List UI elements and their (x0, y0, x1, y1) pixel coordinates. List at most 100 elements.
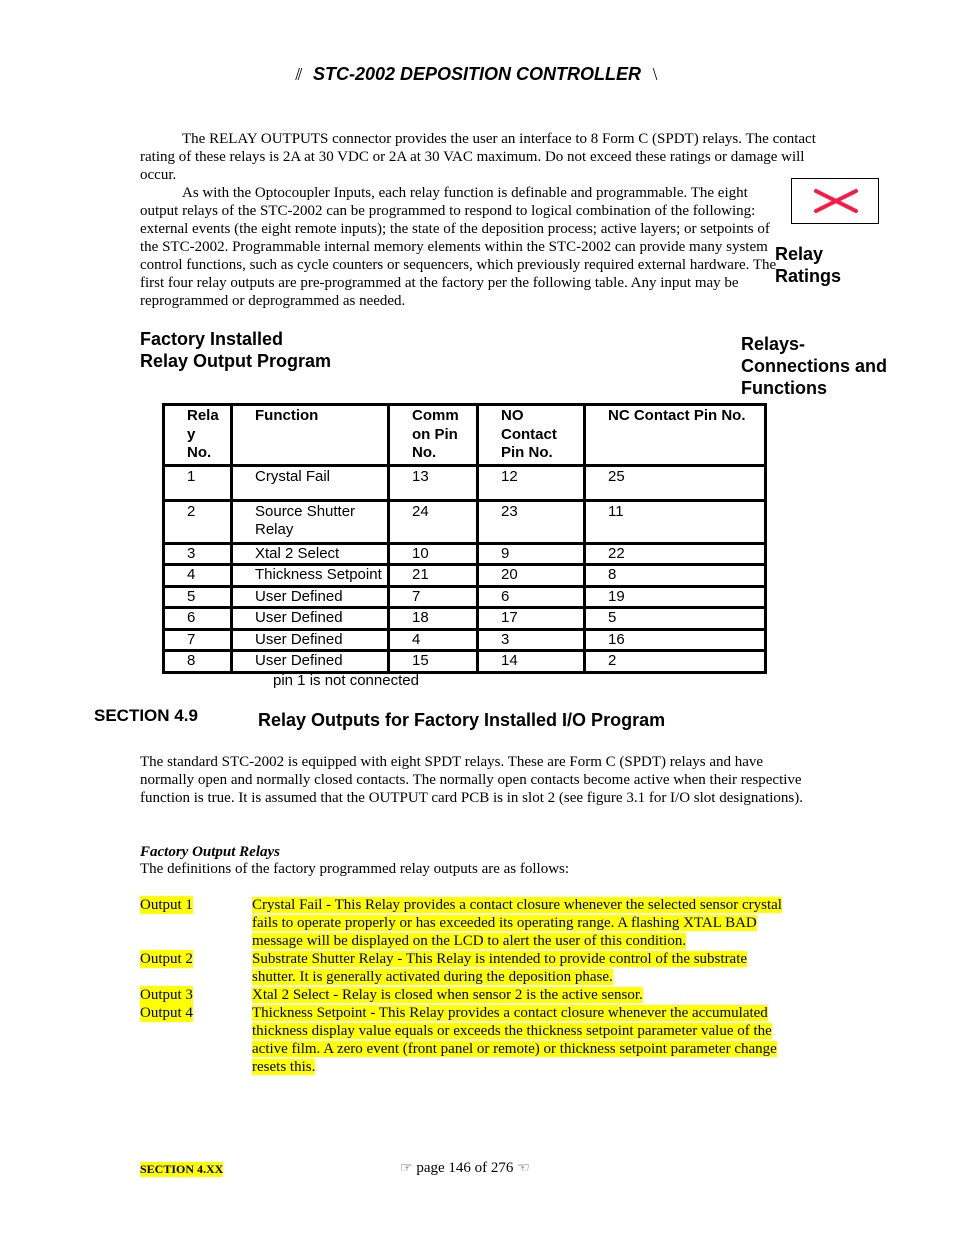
description-line: Crystal Fail - This Relay provides a con… (252, 897, 782, 913)
broken-image-placeholder (791, 178, 879, 224)
cell-common-pin: 4 (387, 627, 479, 652)
cell-relay-no: 3 (162, 541, 233, 566)
page-header: ⫽ STC-2002 DEPOSITION CONTROLLER ⧵ (0, 64, 954, 85)
cell-nc-contact-pin: 16 (583, 627, 767, 652)
cell-no-contact-pin: 6 (476, 584, 586, 609)
cell-function: User Defined (230, 627, 390, 652)
section-title: Relay Outputs for Factory Installed I/O … (258, 710, 666, 730)
cell-relay-no: 4 (162, 563, 233, 588)
cell-common-pin: 21 (387, 563, 479, 588)
intro-paragraph-2: As with the Optocoupler Inputs, each rel… (140, 185, 777, 309)
description-line: Substrate Shutter Relay - This Relay is … (252, 951, 748, 967)
relay-output-table: Rela y No. Function Comm on Pin No. NO Contac… (162, 403, 767, 674)
output-label: Output 4 (140, 1004, 193, 1022)
cell-nc-contact-pin: 2 (583, 649, 767, 674)
heading-line: Relay (775, 244, 824, 264)
output-description: Substrate Shutter Relay - This Relay is … (252, 950, 812, 986)
table-row: 3 Xtal 2 Select 10 9 22 (162, 541, 767, 566)
table-row: 5 User Defined 7 6 19 (162, 584, 767, 609)
cell-common-pin: 18 (387, 606, 479, 631)
description-line: Thickness Setpoint - This Relay provides… (252, 1005, 768, 1021)
description-line: Xtal 2 Select - Relay is closed when sen… (252, 987, 643, 1003)
pointing-left-hand-icon: ☜ (517, 1161, 530, 1176)
description-line: shutter. It is generally activated durin… (252, 969, 613, 985)
cell-function: Thickness Setpoint (230, 563, 390, 588)
cell-function: User Defined (230, 606, 390, 631)
cell-function: User Defined (230, 649, 390, 674)
cell-relay-no: 5 (162, 584, 233, 609)
table-row: 1 Crystal Fail 13 12 25 (162, 463, 767, 502)
cell-no-contact-pin: 20 (476, 563, 586, 588)
section-number: SECTION 4.9 (94, 706, 198, 725)
cell-relay-no: 7 (162, 627, 233, 652)
cell-nc-contact-pin: 5 (583, 606, 767, 631)
table-row: 7 User Defined 4 3 16 (162, 627, 767, 652)
cell-no-contact-pin: 9 (476, 541, 586, 566)
footer-section-label: SECTION 4.XX (140, 1162, 224, 1177)
cell-common-pin: 13 (387, 463, 479, 502)
intro-paragraph-1: The RELAY OUTPUTS connector provides the… (140, 131, 816, 183)
heading-line: Factory Installed (140, 329, 284, 349)
pointing-right-hand-icon: ☞ (400, 1161, 413, 1176)
table-row: 4 Thickness Setpoint 21 20 8 (162, 563, 767, 588)
cell-nc-contact-pin: 8 (583, 563, 767, 588)
heading-line: Ratings (775, 266, 842, 286)
cell-function: Crystal Fail (230, 463, 390, 502)
output-label: Output 3 (140, 986, 193, 1004)
cell-common-pin: 10 (387, 541, 479, 566)
relay-ratings-heading: Relay Ratings (775, 243, 925, 287)
output-label: Output 1 (140, 896, 193, 914)
page-number-text: page 146 of 276 (416, 1160, 514, 1176)
definitions-intro: The definitions of the factory programme… (140, 861, 570, 877)
cell-no-contact-pin: 12 (476, 463, 586, 502)
cell-relay-no: 2 (162, 498, 233, 545)
description-line: message will be displayed on the LCD to … (252, 933, 687, 949)
document-title: STC-2002 DEPOSITION CONTROLLER (312, 64, 642, 84)
table-note: pin 1 is not connected (273, 672, 419, 689)
cell-nc-contact-pin: 22 (583, 541, 767, 566)
factory-installed-heading: Factory Installed Relay Output Program (140, 328, 440, 372)
cell-function: User Defined (230, 584, 390, 609)
description-line: thickness display value equals or exceed… (252, 1023, 772, 1039)
relays-connections-heading: Relays- Connections and Functions (741, 333, 941, 399)
page-number: ☞ page 146 of 276 ☜ (400, 1160, 530, 1177)
right-decoration-icon: ⧵ (652, 67, 658, 84)
heading-line: Relay Output Program (140, 351, 332, 371)
cell-nc-contact-pin: 25 (583, 463, 767, 502)
header-common-pin: Comm on Pin No. (387, 403, 479, 467)
cell-common-pin: 24 (387, 498, 479, 545)
left-decoration-icon: ⫽ (295, 67, 303, 84)
cell-common-pin: 15 (387, 649, 479, 674)
output-description: Crystal Fail - This Relay provides a con… (252, 896, 812, 950)
red-x-icon (814, 189, 858, 213)
heading-line: Functions (741, 378, 827, 398)
cell-no-contact-pin: 3 (476, 627, 586, 652)
cell-no-contact-pin: 23 (476, 498, 586, 545)
output-label: Output 2 (140, 950, 193, 968)
cell-nc-contact-pin: 19 (583, 584, 767, 609)
description-line: resets this. (252, 1059, 316, 1075)
header-relay-no: Rela y No. (162, 403, 233, 467)
table-row: 2 Source Shutter Relay 24 23 11 (162, 498, 767, 545)
cell-no-contact-pin: 17 (476, 606, 586, 631)
section-paragraph: The standard STC-2002 is equipped with e… (140, 754, 803, 806)
table-row: 8 User Defined 15 14 2 (162, 649, 767, 674)
header-function: Function (230, 403, 390, 467)
table-header-row: Rela y No. Function Comm on Pin No. NO Contac… (162, 403, 767, 467)
cell-relay-no: 6 (162, 606, 233, 631)
header-nc-contact-pin: NC Contact Pin No. (583, 403, 767, 467)
cell-function: Xtal 2 Select (230, 541, 390, 566)
factory-output-relays-subheading: Factory Output Relays (140, 844, 281, 860)
description-line: fails to operate properly or has exceede… (252, 915, 757, 931)
cell-common-pin: 7 (387, 584, 479, 609)
heading-line: Relays- (741, 334, 806, 354)
heading-line: Connections and (741, 356, 888, 376)
cell-no-contact-pin: 14 (476, 649, 586, 674)
description-line: active film. A zero event (front panel o… (252, 1041, 777, 1057)
output-description: Thickness Setpoint - This Relay provides… (252, 1004, 812, 1076)
intro-text: The RELAY OUTPUTS connector provides the… (140, 130, 816, 310)
cell-nc-contact-pin: 11 (583, 498, 767, 545)
cell-relay-no: 1 (162, 463, 233, 502)
cell-function: Source Shutter Relay (230, 498, 390, 545)
cell-relay-no: 8 (162, 649, 233, 674)
